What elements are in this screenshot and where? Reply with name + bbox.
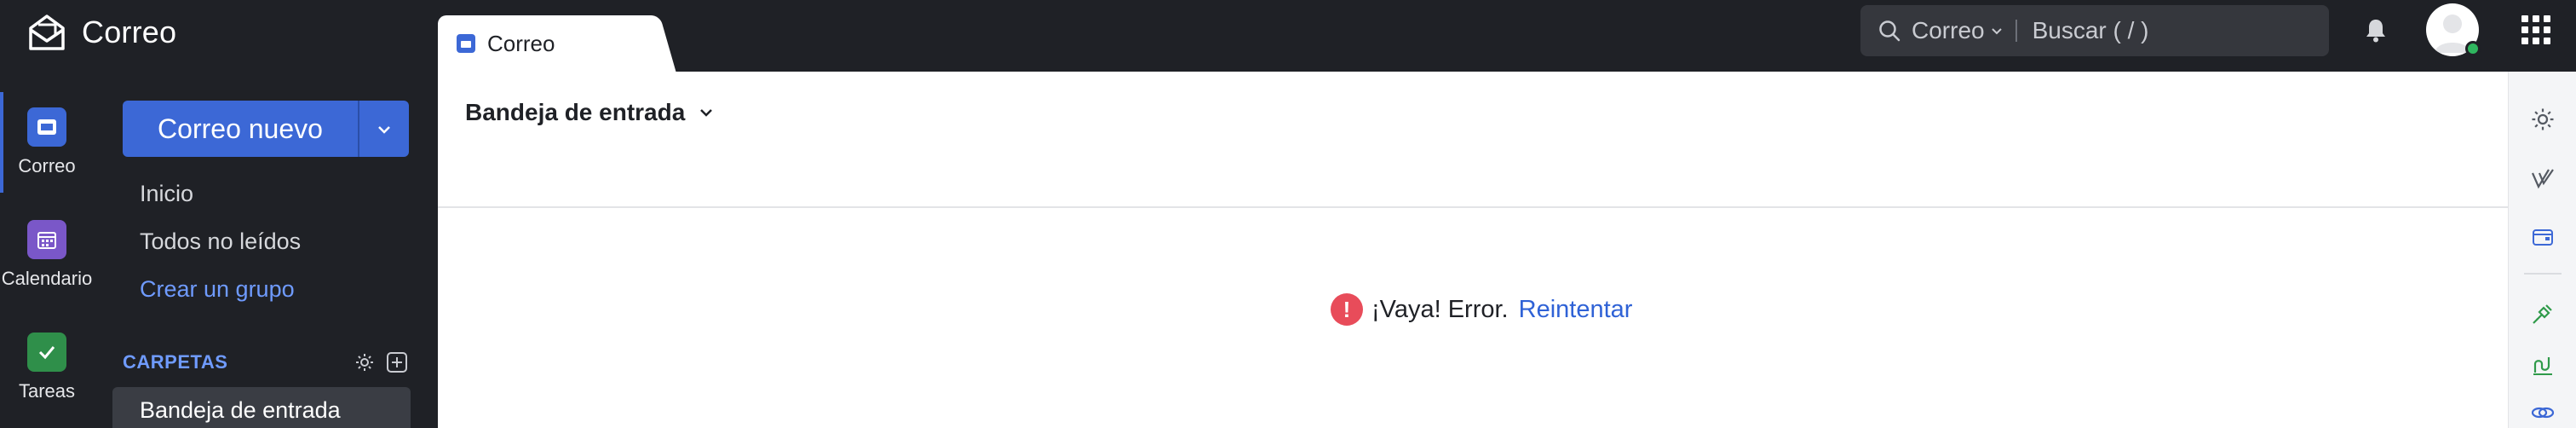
utility-divider (2524, 273, 2562, 275)
calendar-icon (27, 220, 66, 259)
rail-item-calendar[interactable]: Calendario (0, 220, 94, 290)
double-check-icon[interactable] (2527, 164, 2558, 194)
compose-button-group: Correo nuevo (123, 101, 409, 157)
top-bar: Correo Correo Correo (0, 0, 2576, 72)
search-input[interactable] (2032, 17, 2288, 44)
rail-label-tasks: Tareas (18, 380, 76, 402)
search-icon (1879, 20, 1900, 42)
settings-gear-icon[interactable] (2527, 104, 2558, 135)
link-icon[interactable] (2527, 397, 2558, 428)
mail-icon (27, 107, 66, 147)
add-folder-icon[interactable] (385, 350, 409, 374)
gear-icon[interactable] (353, 350, 377, 374)
utility-bar (2508, 72, 2576, 428)
folder-inbox[interactable]: Bandeja de entrada (112, 387, 411, 428)
view-header: Bandeja de entrada (438, 72, 2508, 208)
folders-title: CARPETAS (123, 351, 228, 373)
wallet-icon[interactable] (2527, 222, 2558, 252)
search-divider (2015, 20, 2017, 42)
rail-label-mail: Correo (18, 155, 76, 176)
compose-button[interactable]: Correo nuevo (123, 101, 358, 157)
create-group-link[interactable]: Crear un grupo (140, 276, 295, 303)
plugin-icon[interactable] (2527, 298, 2558, 329)
tab-correo[interactable]: Correo (438, 15, 656, 72)
retry-link[interactable]: Reintentar (1519, 296, 1633, 324)
signature-icon[interactable] (2527, 350, 2558, 380)
checkmark-icon (27, 333, 66, 372)
chevron-down-icon (378, 126, 390, 134)
mail-logo-icon (29, 14, 65, 50)
brand[interactable]: Correo (26, 7, 176, 58)
search-bar[interactable]: Correo (1860, 5, 2329, 56)
rail-item-mail[interactable]: Correo (0, 107, 94, 177)
rail-item-tasks[interactable]: Tareas (0, 333, 94, 402)
app-rail: Correo Calendario Tareas (0, 72, 94, 428)
search-scope[interactable]: Correo (1912, 17, 1985, 44)
tab-label: Correo (487, 30, 555, 56)
main-content: Bandeja de entrada ! ¡Vaya! Error. Reint… (438, 72, 2508, 428)
nav-link-home[interactable]: Inicio (140, 181, 193, 207)
folders-header: CARPETAS (123, 350, 409, 375)
app-name: Correo (82, 14, 177, 49)
app-grid-icon[interactable] (2521, 15, 2550, 44)
bell-icon[interactable] (2361, 15, 2390, 44)
view-title: Bandeja de entrada (465, 99, 686, 125)
presence-status-dot (2465, 41, 2481, 56)
rail-label-calendar: Calendario (1, 268, 93, 289)
compose-options-button[interactable] (359, 101, 409, 157)
view-selector[interactable]: Bandeja de entrada (465, 99, 714, 126)
chevron-down-icon (699, 105, 714, 120)
nav-link-all-unread[interactable]: Todos no leídos (140, 228, 301, 255)
folder-sidebar: Correo nuevo Inicio Todos no leídos Crea… (94, 72, 438, 428)
error-text: ¡Vaya! Error. (1371, 295, 1509, 323)
error-message: ! ¡Vaya! Error. Reintentar (1331, 293, 1632, 326)
chevron-down-icon[interactable] (1990, 24, 2004, 38)
mail-tab-icon (457, 34, 475, 53)
error-icon: ! (1331, 293, 1363, 326)
folder-label: Bandeja de entrada (140, 396, 341, 423)
